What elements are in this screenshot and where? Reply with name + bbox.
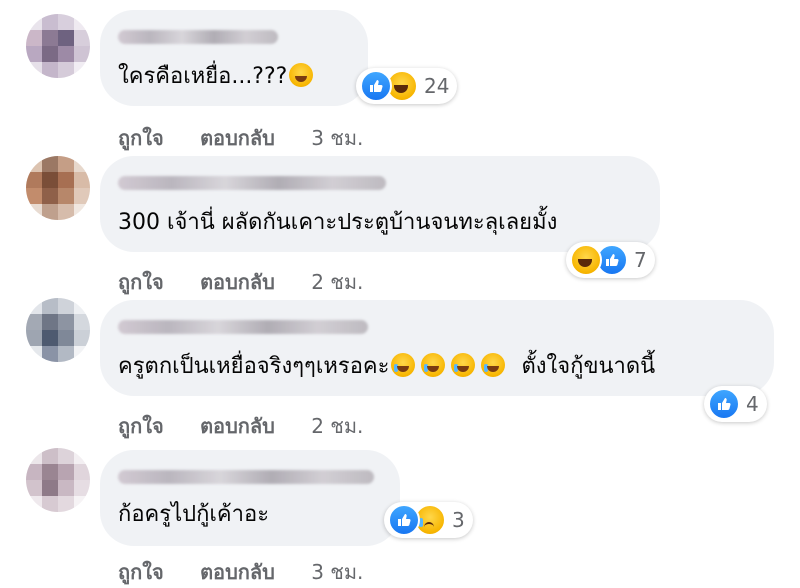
reaction-count: 3	[452, 508, 465, 532]
reply-button[interactable]: ตอบกลับ	[200, 126, 275, 150]
reaction-summary[interactable]: 7	[566, 242, 655, 278]
like-reaction-icon	[388, 504, 420, 536]
comment-actions: ถูกใจ ตอบกลับ 2 ชม.	[118, 410, 363, 442]
author-name-blurred[interactable]	[118, 176, 386, 190]
reply-button[interactable]: ตอบกลับ	[200, 270, 275, 294]
comment-text-continued: ตั้งใจกู้ขนาดนี้	[521, 354, 656, 379]
timestamp[interactable]: 3 ชม.	[311, 126, 363, 150]
comment-actions: ถูกใจ ตอบกลับ 3 ชม.	[118, 122, 363, 154]
like-button[interactable]: ถูกใจ	[118, 126, 164, 150]
comment-text: ใครคือเหยื่อ...???	[118, 64, 288, 89]
comment-text: ครูตกเป็นเหยื่อจริงๆๆเหรอคะ	[118, 354, 390, 379]
comment-text: ก้อครูไปกู้เค้าอะ	[118, 502, 270, 527]
comment-actions: ถูกใจ ตอบกลับ 3 ชม.	[118, 556, 363, 588]
reply-button[interactable]: ตอบกลับ	[200, 414, 275, 438]
crying-emoji-icon	[391, 353, 416, 377]
avatar[interactable]	[26, 298, 90, 362]
avatar[interactable]	[26, 156, 90, 220]
like-button[interactable]: ถูกใจ	[118, 270, 164, 294]
crying-emoji-icon	[451, 353, 476, 377]
like-button[interactable]: ถูกใจ	[118, 560, 164, 584]
reaction-summary[interactable]: 3	[384, 502, 473, 538]
comment-bubble: 300 เจ้านี่ ผลัดกันเคาะประตูบ้านจนทะลุเล…	[100, 156, 660, 252]
timestamp[interactable]: 2 ชม.	[311, 414, 363, 438]
timestamp[interactable]: 2 ชม.	[311, 270, 363, 294]
author-name-blurred[interactable]	[118, 470, 374, 484]
comment-bubble: ใครคือเหยื่อ...???	[100, 10, 368, 106]
like-button[interactable]: ถูกใจ	[118, 414, 164, 438]
comment-text: 300 เจ้านี่ ผลัดกันเคาะประตูบ้านจนทะลุเล…	[118, 210, 558, 235]
haha-reaction-icon	[570, 244, 602, 276]
avatar[interactable]	[26, 14, 90, 78]
comment-bubble: ครูตกเป็นเหยื่อจริงๆๆเหรอคะ ตั้งใจกู้ขนาด…	[100, 300, 774, 396]
avatar[interactable]	[26, 448, 90, 512]
comment-text-row: ครูตกเป็นเหยื่อจริงๆๆเหรอคะ ตั้งใจกู้ขนาด…	[118, 352, 655, 382]
laughing-emoji-icon	[289, 63, 314, 87]
comment-actions: ถูกใจ ตอบกลับ 2 ชม.	[118, 266, 363, 298]
reply-button[interactable]: ตอบกลับ	[200, 560, 275, 584]
crying-emoji-icon	[481, 353, 506, 377]
timestamp[interactable]: 3 ชม.	[311, 560, 363, 584]
comment-text-row: ใครคือเหยื่อ...???	[118, 62, 314, 92]
reaction-count: 7	[634, 248, 647, 272]
author-name-blurred[interactable]	[118, 30, 278, 44]
reaction-summary[interactable]: 4	[704, 386, 767, 422]
reaction-count: 24	[424, 74, 450, 98]
like-reaction-icon	[360, 70, 392, 102]
reaction-count: 4	[746, 392, 759, 416]
like-reaction-icon	[708, 388, 740, 420]
reaction-summary[interactable]: 24	[356, 68, 458, 104]
comment-bubble: ก้อครูไปกู้เค้าอะ	[100, 450, 400, 546]
crying-emoji-icon	[421, 353, 446, 377]
author-name-blurred[interactable]	[118, 320, 368, 334]
